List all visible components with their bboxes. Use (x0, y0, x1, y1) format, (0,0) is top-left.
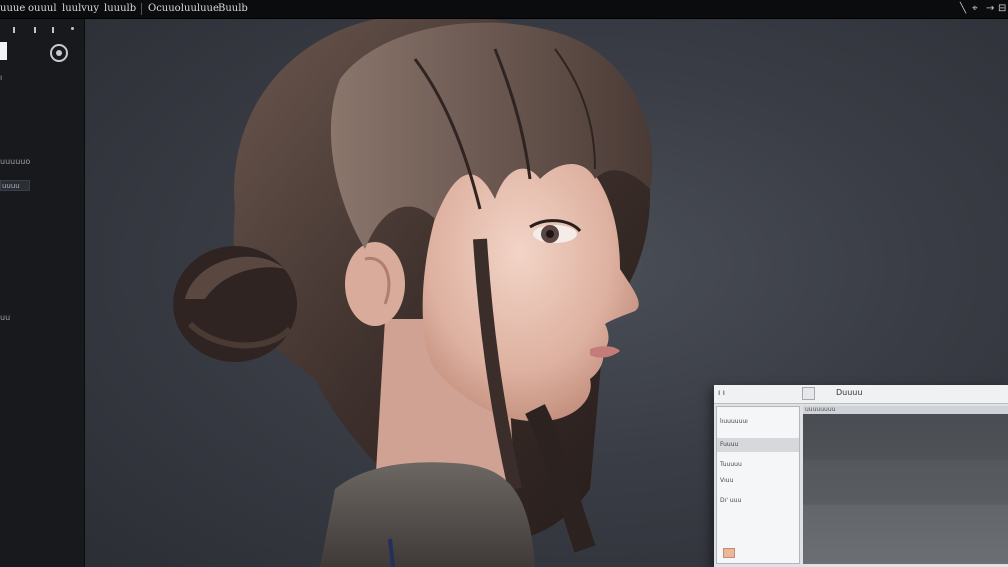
left-tool-panel: ı uuuuuo uuuu uu (0, 19, 85, 567)
pen-icon[interactable]: ╲ (960, 2, 966, 16)
window-icon[interactable]: ⊟ (998, 2, 1006, 16)
panel-label: ı (0, 73, 3, 82)
panel-label-lower: uu (0, 313, 11, 322)
action-button[interactable] (723, 548, 735, 558)
list-item[interactable]: lıuuuuuuı (717, 415, 799, 429)
pin-icon[interactable]: ⌖ (972, 2, 978, 16)
tab-dot-icon[interactable] (71, 27, 74, 30)
tab-marker-icon[interactable] (52, 27, 54, 33)
menu-item-7[interactable]: Buulb (218, 3, 248, 15)
radial-dial-icon[interactable] (50, 44, 68, 62)
list-item[interactable]: Dı' uuu (717, 494, 799, 508)
floating-dialog: ı ı Duuuu lıuuuuuuı Fuuuu Tuuuuu Vıuu Dı… (714, 385, 1008, 567)
panel-tab-strip (0, 24, 84, 40)
tab-marker-icon[interactable] (13, 27, 15, 33)
arrow-icon[interactable]: → (986, 2, 994, 16)
menu-item-4[interactable]: luuulb (104, 3, 136, 15)
list-item[interactable]: Vıuu (717, 474, 799, 488)
menu-item-5[interactable]: Ocuuol (148, 3, 184, 15)
dialog-preview-area: uuuuuuuu (803, 406, 1008, 564)
lips (590, 346, 620, 358)
preview-header: uuuuuuuu (805, 406, 836, 413)
ear (345, 242, 405, 326)
menu-item-6[interactable]: uuluue (184, 3, 219, 15)
menu-separator (141, 3, 142, 15)
dialog-titlebar[interactable]: ı ı Duuuu (714, 385, 1008, 404)
preview-swatch[interactable] (803, 414, 1008, 564)
layer-icon[interactable] (802, 387, 815, 400)
menu-item-2[interactable]: ouuul (28, 3, 57, 15)
panel-value-field[interactable]: uuuu (0, 180, 30, 191)
color-swatch-icon[interactable] (0, 42, 7, 60)
menu-item-3[interactable]: luulvuy (62, 3, 99, 15)
dialog-list: lıuuuuuuı Fuuuu Tuuuuu Vıuu Dı' uuu (716, 406, 800, 564)
tab-marker-icon[interactable] (34, 27, 36, 33)
panel-section-label: uuuuuo (0, 157, 31, 166)
dialog-title-left: ı ı (718, 388, 725, 397)
dialog-title: Duuuu (836, 388, 863, 397)
list-item[interactable]: Tuuuuu (717, 458, 799, 472)
menu-item-1[interactable]: uuue (0, 3, 25, 15)
pupil (546, 230, 554, 238)
menu-bar: uuue ouuul luulvuy luuulb Ocuuol uuluue … (0, 0, 1008, 19)
collar (320, 462, 535, 567)
list-item-selected[interactable]: Fuuuu (717, 438, 799, 452)
